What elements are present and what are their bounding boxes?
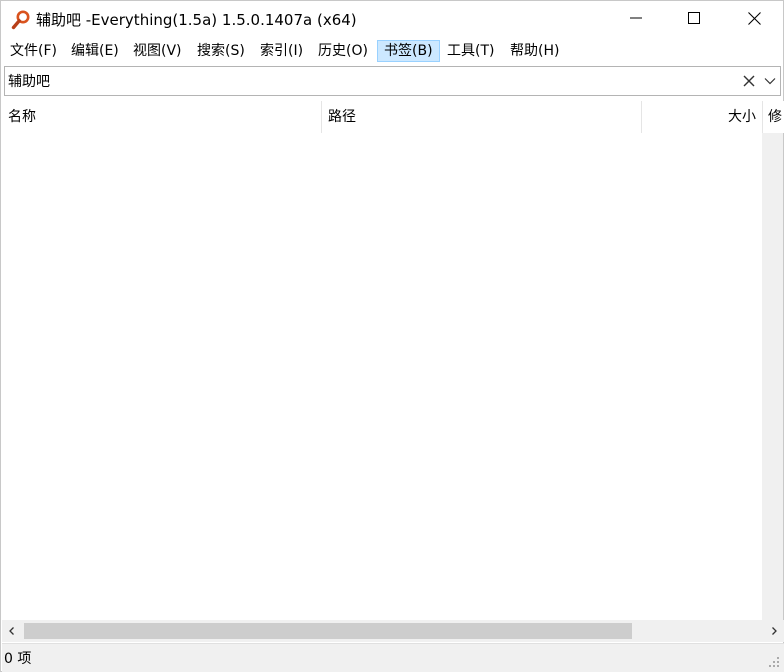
menu-search[interactable]: 搜索(S) bbox=[190, 40, 252, 62]
search-input[interactable] bbox=[8, 71, 728, 91]
clear-icon[interactable] bbox=[741, 73, 757, 89]
menu-index[interactable]: 索引(I) bbox=[253, 40, 310, 62]
menu-file[interactable]: 文件(F) bbox=[3, 40, 64, 62]
scrollbar-thumb[interactable] bbox=[24, 623, 632, 639]
close-button[interactable] bbox=[725, 1, 783, 39]
maximize-icon bbox=[688, 12, 700, 28]
resize-grip-icon[interactable] bbox=[768, 656, 780, 668]
menu-help[interactable]: 帮助(H) bbox=[503, 40, 566, 62]
column-modified[interactable]: 修 bbox=[763, 101, 784, 133]
menu-tools[interactable]: 工具(T) bbox=[440, 40, 501, 62]
minimize-button[interactable] bbox=[607, 1, 665, 39]
menu-history[interactable]: 历史(O) bbox=[311, 40, 375, 62]
window-title: 辅助吧 -Everything(1.5a) 1.5.0.1407a (x64) bbox=[36, 11, 357, 29]
vertical-scrollbar-track[interactable] bbox=[762, 133, 783, 620]
menu-bar: 文件(F) 编辑(E) 视图(V) 搜索(S) 索引(I) 历史(O) 书签(B… bbox=[1, 39, 783, 63]
minimize-icon bbox=[630, 12, 642, 28]
column-header: 名称 路径 大小 修 bbox=[2, 101, 784, 133]
maximize-button[interactable] bbox=[665, 1, 723, 39]
status-bar: 0 项 bbox=[2, 643, 784, 672]
column-name[interactable]: 名称 bbox=[2, 101, 321, 133]
search-box bbox=[4, 66, 781, 96]
magnifier-icon bbox=[11, 10, 31, 30]
column-path[interactable]: 路径 bbox=[322, 101, 641, 133]
menu-edit[interactable]: 编辑(E) bbox=[64, 40, 126, 62]
results-list[interactable] bbox=[2, 133, 762, 620]
title-bar[interactable]: 辅助吧 -Everything(1.5a) 1.5.0.1407a (x64) bbox=[1, 1, 783, 39]
menu-view[interactable]: 视图(V) bbox=[126, 40, 189, 62]
result-count: 0 项 bbox=[4, 651, 32, 667]
chevron-down-icon[interactable] bbox=[763, 74, 777, 88]
menu-bookmarks[interactable]: 书签(B) bbox=[377, 40, 440, 62]
everything-window: 辅助吧 -Everything(1.5a) 1.5.0.1407a (x64) … bbox=[0, 0, 784, 672]
column-size[interactable]: 大小 bbox=[642, 101, 762, 133]
scroll-right-arrow[interactable] bbox=[764, 620, 784, 642]
horizontal-scrollbar[interactable] bbox=[2, 620, 784, 642]
close-icon bbox=[747, 11, 761, 29]
scroll-left-arrow[interactable] bbox=[2, 620, 22, 642]
